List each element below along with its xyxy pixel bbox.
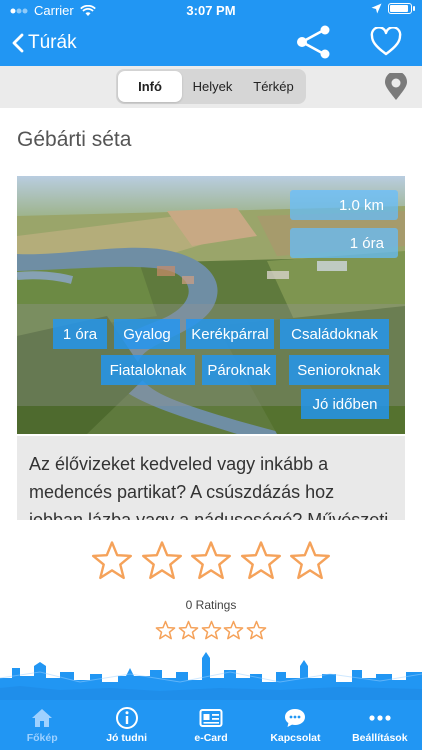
id-card-icon [199, 709, 223, 727]
tab-label: Beállítások [352, 732, 408, 744]
tab-label: e-Card [194, 732, 228, 744]
tab-ecard[interactable]: e-Card [169, 700, 253, 750]
tab-contact[interactable]: Kapcsolat [253, 700, 337, 750]
chevron-left-icon [12, 33, 24, 53]
more-dots-icon [369, 715, 391, 721]
star-outline-small-icon [201, 620, 221, 640]
app-header: Carrier 3:07 PM Túrák [0, 0, 422, 66]
tour-photo: 1.0 km 1 óra 1 óra Gyalog Kerékpárral Cs… [17, 176, 405, 434]
tab-label: Jó tudni [106, 732, 148, 744]
tag-chip: 1 óra [53, 319, 107, 349]
tour-title: Gébárti séta [17, 128, 132, 151]
status-time: 3:07 PM [186, 3, 236, 18]
location-arrow-icon [371, 3, 382, 14]
star-outline-small-icon [223, 620, 244, 640]
star-outline-icon[interactable] [289, 540, 331, 582]
tag-chip: Gyalog [114, 319, 180, 349]
tab-settings[interactable]: Beállítások [338, 700, 422, 750]
tab-good-to-know[interactable]: Jó tudni [84, 700, 168, 750]
back-button[interactable]: Túrák [12, 28, 77, 58]
segment-bar: Infó Helyek Térkép [0, 66, 422, 108]
star-outline-icon[interactable] [240, 540, 282, 582]
back-label: Túrák [28, 32, 77, 53]
distance-badge: 1.0 km [290, 190, 398, 220]
segmented-control: Infó Helyek Térkép [116, 69, 306, 104]
star-outline-small-icon [246, 620, 267, 640]
segment-places[interactable]: Helyek [182, 71, 243, 102]
battery-icon [388, 3, 415, 14]
tag-chip: Jó időben [301, 389, 389, 419]
chat-bubble-icon [285, 709, 306, 727]
star-outline-icon[interactable] [91, 540, 133, 582]
info-icon [115, 707, 138, 729]
bottom-tab-bar: Főkép Jó tudni e-Card Kapcsolat Beállítá… [0, 700, 422, 750]
tag-chip: Pároknak [202, 355, 276, 385]
tab-label: Főkép [26, 732, 58, 744]
home-icon [32, 709, 53, 727]
average-rating [155, 620, 267, 642]
tag-chip: Kerékpárral [186, 319, 274, 349]
star-outline-small-icon [155, 620, 176, 640]
share-icon[interactable] [296, 24, 332, 60]
status-bar: Carrier 3:07 PM [0, 0, 422, 20]
tab-label: Kapcsolat [270, 732, 321, 744]
tag-chip: Senioroknak [289, 355, 389, 385]
favorite-heart-icon[interactable] [370, 27, 402, 57]
segment-map[interactable]: Térkép [243, 71, 304, 102]
star-outline-icon[interactable] [141, 540, 183, 582]
segment-info[interactable]: Infó [118, 71, 183, 102]
map-pin-icon[interactable] [384, 73, 408, 101]
tag-chip: Családoknak [280, 319, 389, 349]
tag-chip: Fiataloknak [101, 355, 195, 385]
tab-home[interactable]: Főkép [0, 700, 84, 750]
tour-description: Az élővizeket kedveled vagy inkább a med… [17, 436, 405, 520]
city-skyline-decoration [0, 652, 422, 708]
ratings-count: 0 Ratings [185, 598, 237, 612]
rating-input [91, 540, 331, 582]
star-outline-icon[interactable] [190, 540, 232, 582]
star-outline-small-icon [178, 620, 199, 640]
duration-badge: 1 óra [290, 228, 398, 258]
